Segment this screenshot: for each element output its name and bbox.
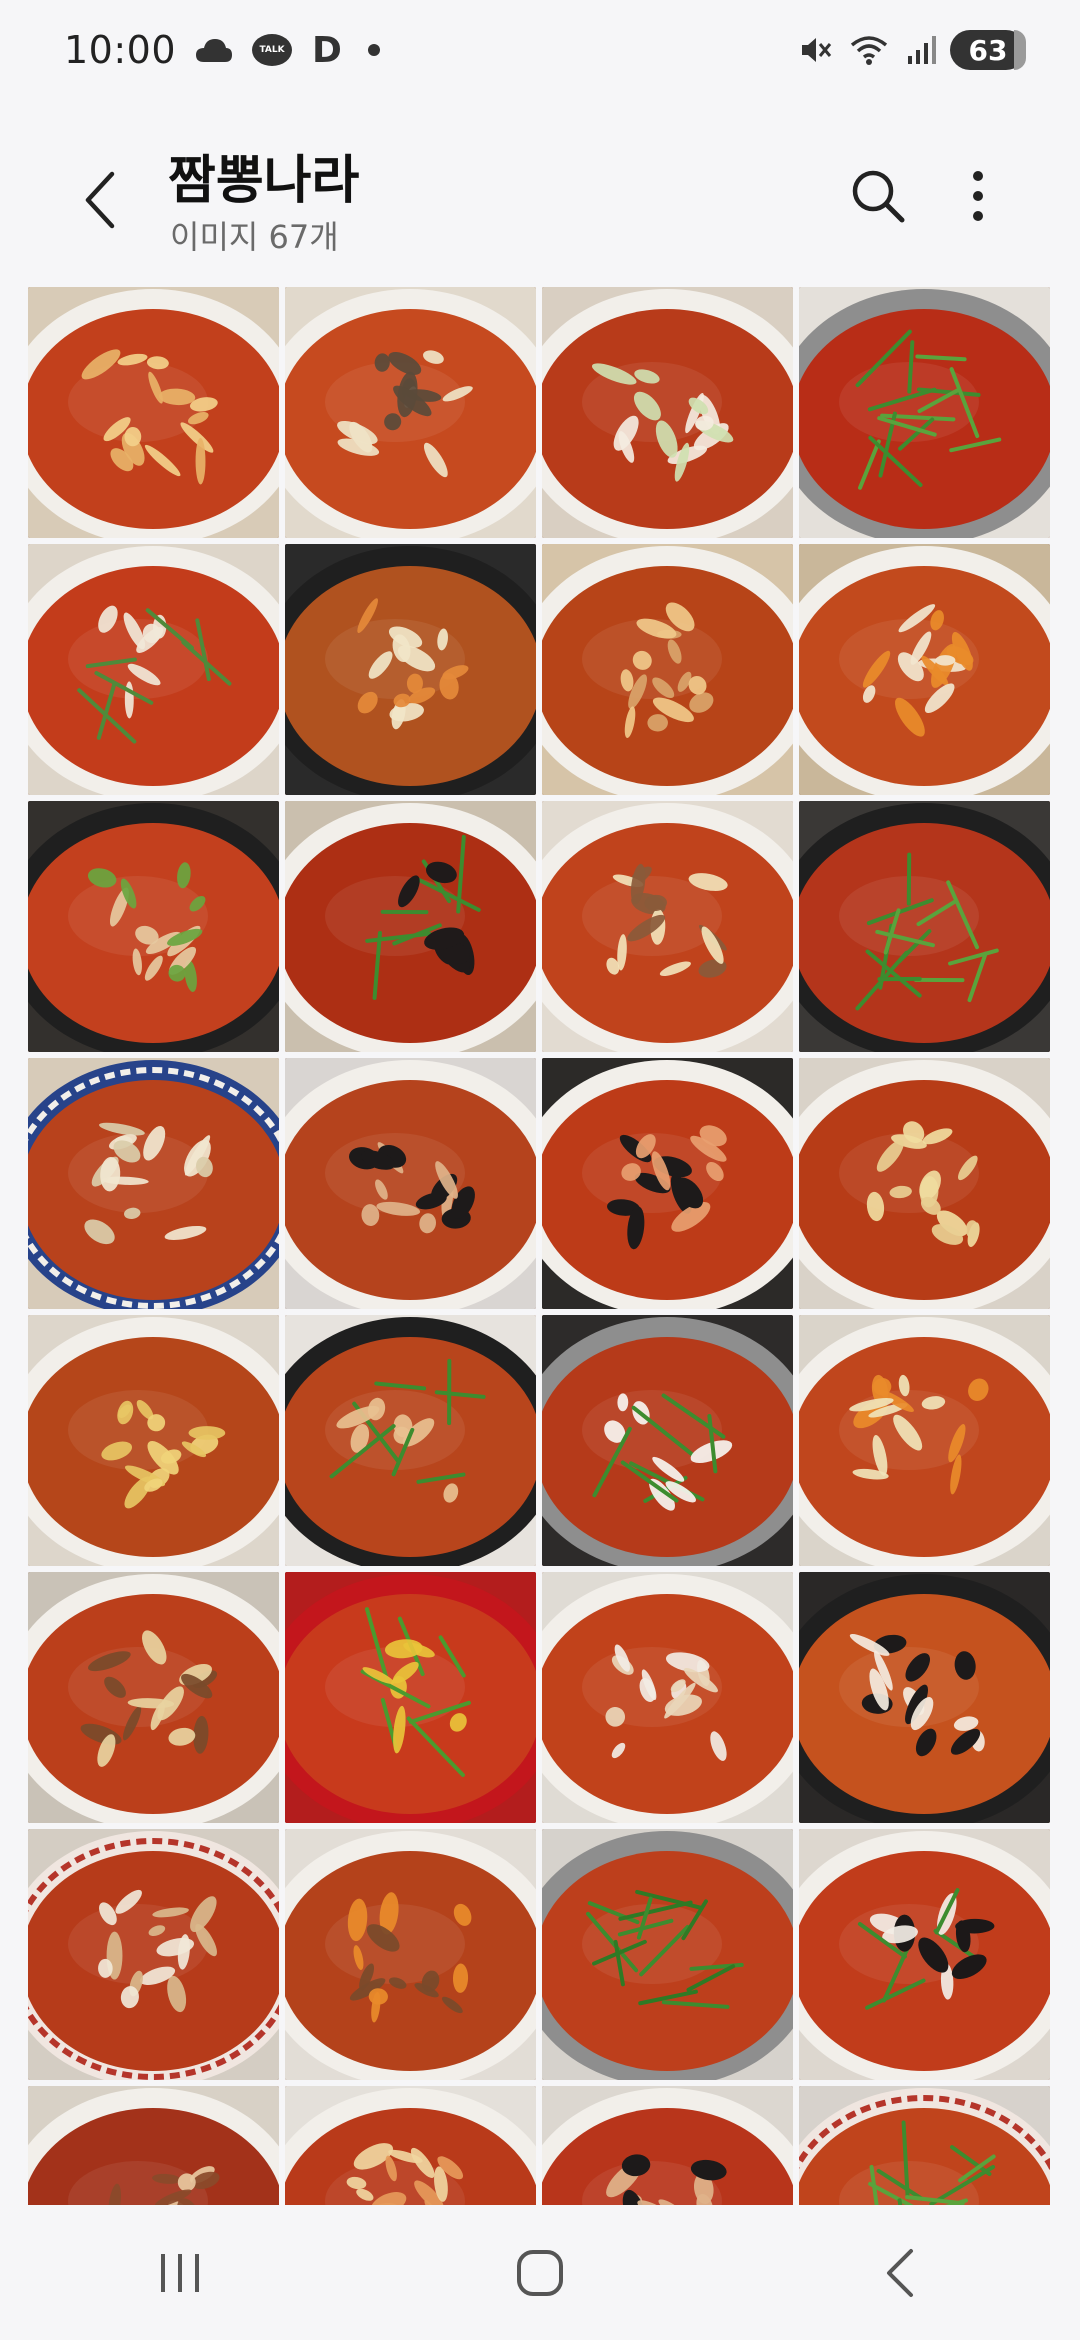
food-photo [799, 1315, 1050, 1566]
photo-thumbnail[interactable] [28, 287, 279, 538]
recent-apps-button[interactable] [120, 2223, 240, 2323]
image-count: 이미지 67개 [170, 218, 339, 256]
recent-apps-icon [161, 2253, 199, 2292]
app-bar: 짬뽕나라 이미지 67개 [0, 120, 1080, 270]
food-photo [799, 1829, 1050, 2080]
photo-thumbnail[interactable] [285, 1829, 536, 2080]
food-photo [28, 544, 279, 795]
food-photo [542, 287, 793, 538]
photo-thumbnail[interactable] [285, 2086, 536, 2205]
photo-thumbnail[interactable] [799, 2086, 1050, 2205]
food-photo [285, 1829, 536, 2080]
photo-thumbnail[interactable] [799, 1572, 1050, 1823]
home-icon [517, 2249, 563, 2296]
food-photo [28, 1315, 279, 1566]
food-photo [542, 801, 793, 1052]
food-photo [799, 287, 1050, 538]
photo-thumbnail[interactable] [285, 1572, 536, 1823]
mute-icon [798, 33, 832, 67]
photo-thumbnail[interactable] [799, 1315, 1050, 1566]
photo-grid [28, 287, 1053, 2205]
photo-thumbnail[interactable] [285, 1058, 536, 1309]
food-photo [285, 1058, 536, 1309]
status-bar: 10:00 TALK D 63 [0, 0, 1080, 100]
photo-thumbnail[interactable] [285, 287, 536, 538]
d-icon: D [312, 29, 342, 71]
food-photo [28, 1058, 279, 1309]
food-photo [542, 1829, 793, 2080]
talk-label: TALK [252, 34, 293, 66]
more-options-button[interactable] [950, 158, 1006, 234]
photo-thumbnail[interactable] [799, 544, 1050, 795]
food-photo [28, 1572, 279, 1823]
search-button[interactable] [846, 158, 910, 234]
food-photo [285, 1315, 536, 1566]
status-bar-left: 10:00 TALK D [64, 28, 380, 72]
back-arrow-icon [85, 171, 115, 229]
photo-thumbnail[interactable] [28, 1572, 279, 1823]
wifi-icon [850, 33, 888, 67]
more-vertical-icon [973, 171, 983, 221]
photo-thumbnail[interactable] [542, 287, 793, 538]
photo-thumbnail[interactable] [285, 1315, 536, 1566]
food-photo [285, 1572, 536, 1823]
food-photo [285, 2086, 536, 2205]
status-bar-right: 63 [780, 30, 1026, 70]
back-icon [887, 2248, 913, 2297]
food-photo [28, 2086, 279, 2205]
photo-thumbnail[interactable] [28, 801, 279, 1052]
food-photo [542, 1572, 793, 1823]
photo-thumbnail[interactable] [799, 1829, 1050, 2080]
food-photo [28, 801, 279, 1052]
food-photo [799, 801, 1050, 1052]
food-photo [799, 1572, 1050, 1823]
signal-icon [906, 34, 936, 66]
photo-thumbnail[interactable] [285, 544, 536, 795]
battery-icon: 63 [950, 30, 1026, 70]
food-photo [799, 544, 1050, 795]
navigation-bar [0, 2205, 1080, 2340]
page-title: 짬뽕나라 [168, 151, 360, 211]
nav-back-button[interactable] [840, 2223, 960, 2323]
food-photo [28, 1829, 279, 2080]
food-photo [285, 801, 536, 1052]
photo-thumbnail[interactable] [799, 287, 1050, 538]
food-photo [799, 1058, 1050, 1309]
photo-thumbnail[interactable] [799, 801, 1050, 1052]
status-time: 10:00 [64, 28, 177, 72]
food-photo [285, 544, 536, 795]
photo-thumbnail[interactable] [285, 801, 536, 1052]
photo-thumbnail[interactable] [799, 1058, 1050, 1309]
photo-thumbnail[interactable] [28, 1058, 279, 1309]
back-button[interactable] [68, 160, 132, 240]
photo-thumbnail[interactable] [542, 1829, 793, 2080]
photo-thumbnail[interactable] [28, 544, 279, 795]
photo-thumbnail[interactable] [542, 801, 793, 1052]
food-photo [285, 287, 536, 538]
food-photo [28, 287, 279, 538]
photo-thumbnail[interactable] [542, 2086, 793, 2205]
photo-thumbnail[interactable] [28, 2086, 279, 2205]
food-photo [542, 544, 793, 795]
battery-level: 63 [968, 33, 1008, 67]
dot-icon [367, 44, 380, 56]
home-button[interactable] [480, 2223, 600, 2323]
food-photo [542, 1058, 793, 1309]
food-photo [542, 1315, 793, 1566]
photo-thumbnail[interactable] [28, 1315, 279, 1566]
photo-thumbnail[interactable] [28, 1829, 279, 2080]
cloud-icon [194, 36, 234, 64]
search-icon [852, 170, 905, 223]
food-photo [542, 2086, 793, 2205]
photo-thumbnail[interactable] [542, 1572, 793, 1823]
photo-thumbnail[interactable] [542, 1315, 793, 1566]
food-photo [799, 2086, 1050, 2205]
talk-icon: TALK [252, 34, 293, 66]
photo-thumbnail[interactable] [542, 544, 793, 795]
photo-thumbnail[interactable] [542, 1058, 793, 1309]
